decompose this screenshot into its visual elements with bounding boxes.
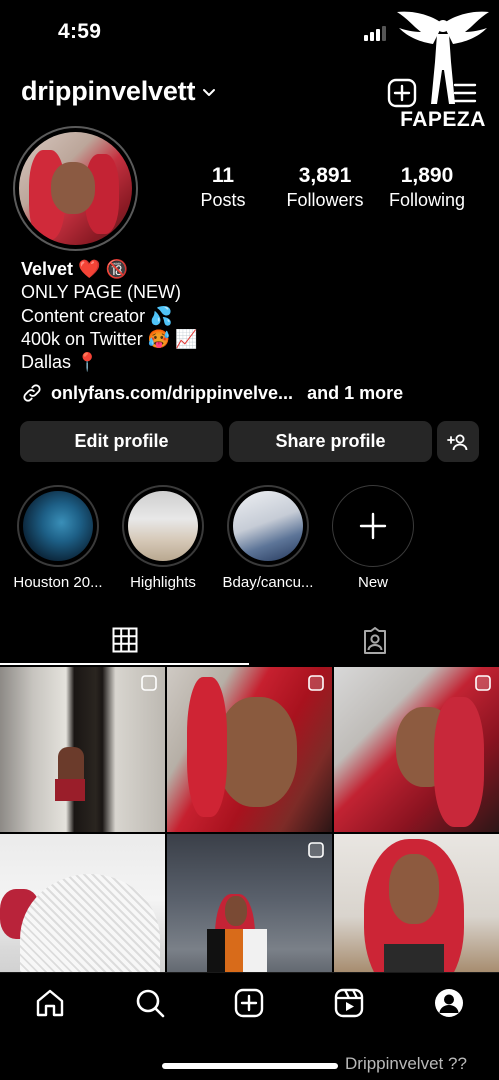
plus-icon [359,512,387,540]
bio-line: Content creator 💦 [21,305,173,326]
multiple-photos-icon [308,842,324,858]
stat-following[interactable]: 1,890 Following [386,164,468,211]
display-name: Velvet ❤️ 🔞 [21,259,128,279]
multiple-photos-icon [308,675,324,691]
highlight-cover [233,491,303,561]
create-post-icon[interactable] [233,987,265,1019]
post-thumbnail[interactable] [167,667,332,832]
highlight-cover [23,491,93,561]
posts-grid [0,667,499,999]
link-icon [23,384,41,402]
highlight-cover [128,491,198,561]
highlight-houston[interactable]: Houston 20... [13,485,103,591]
tagged-person-icon [363,627,386,654]
highlight-highlights[interactable]: Highlights [121,485,205,591]
profile-bio: Velvet ❤️ 🔞 ONLY PAGE (NEW) Content crea… [21,258,481,374]
share-profile-button[interactable]: Share profile [229,421,432,462]
stat-followers-label: Followers [286,190,364,210]
search-icon[interactable] [134,987,166,1019]
plus-square-icon[interactable] [387,78,417,108]
highlight-new[interactable]: New [331,485,415,591]
chevron-down-icon [203,88,216,96]
signal-icon [364,25,386,41]
footer-watermark: Drippinvelvet ?? [345,1054,467,1073]
profile-avatar[interactable] [13,126,138,251]
username: drippinvelvett [21,76,196,106]
discover-people-button[interactable] [437,421,479,462]
stat-posts-value: 11 [211,164,235,187]
status-time: 4:59 [58,20,102,43]
stat-posts-label: Posts [200,190,246,210]
bio-line: ONLY PAGE (NEW) [21,282,182,303]
grid-icon [112,627,137,653]
tab-posts-grid[interactable] [0,617,249,665]
highlight-label: Houston 20... [13,574,103,591]
edit-profile-button[interactable]: Edit profile [20,421,223,462]
stat-following-label: Following [388,190,466,210]
stat-followers-value: 3,891 [298,164,352,187]
account-switcher[interactable]: drippinvelvett [21,76,217,107]
profile-header: drippinvelvett [0,72,499,116]
stat-following-value: 1,890 [400,164,454,187]
stat-posts[interactable]: 11 Posts [198,164,248,211]
home-icon[interactable] [34,987,66,1019]
bio-link[interactable]: onlyfans.com/drippinvelve... and 1 more [21,382,403,404]
bottom-navigation [0,972,499,1042]
post-thumbnail[interactable] [334,667,499,832]
post-thumbnail[interactable] [0,667,165,832]
profile-icon[interactable] [433,987,465,1019]
new-highlight-circle [332,485,414,567]
multiple-photos-icon [475,675,491,691]
reels-icon[interactable] [333,987,365,1019]
multiple-photos-icon [141,675,157,691]
highlight-bday[interactable]: Bday/cancu... [223,485,313,591]
home-indicator [162,1063,338,1069]
stat-followers[interactable]: 3,891 Followers [284,164,366,211]
add-person-icon [447,434,468,450]
highlight-label: Bday/cancu... [222,574,314,591]
highlight-label: New [357,574,388,591]
avatar [19,132,132,245]
profile-tabs [0,617,499,667]
bio-line: 400k on Twitter 🥵 📈 [21,328,198,349]
highlight-label: Highlights [130,574,196,591]
bio-link-url: onlyfans.com/drippinvelve... [51,382,294,403]
hamburger-menu-icon[interactable] [452,80,478,106]
bio-line: Dallas 📍 [21,352,99,373]
bio-link-more: and 1 more [307,382,404,403]
tab-tagged[interactable] [250,617,499,665]
